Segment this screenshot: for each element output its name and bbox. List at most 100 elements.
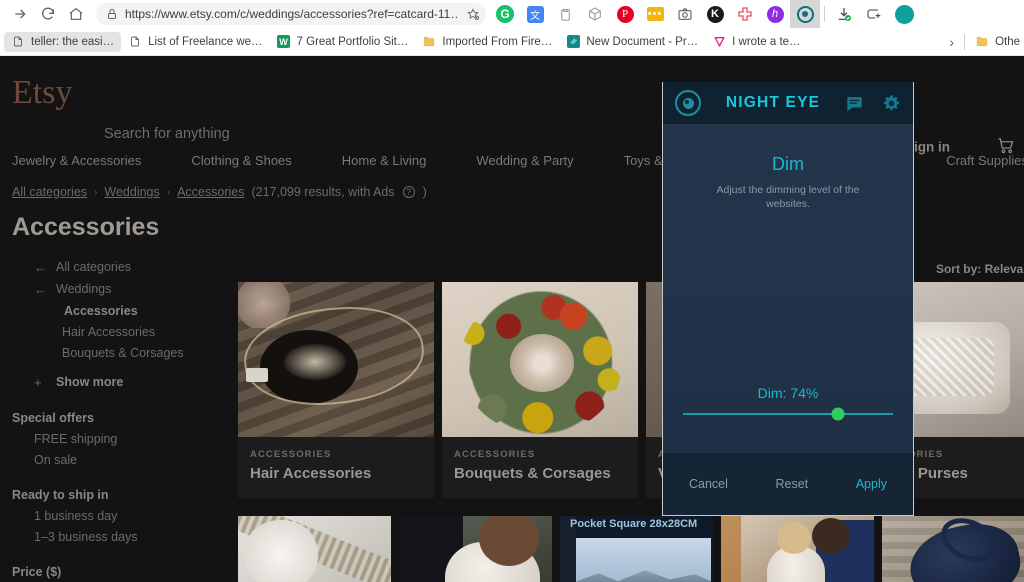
card-title: Hair Accessories <box>250 465 372 482</box>
sidebar-item-hair-accessories[interactable]: Hair Accessories <box>12 321 230 342</box>
sidebar-item-bouquets-corsages[interactable]: Bouquets & Corsages <box>12 342 230 363</box>
folder-icon <box>975 35 989 49</box>
night-eye-subtitle: Adjust the dimming level of the websites… <box>716 184 860 211</box>
keeper-extension-icon[interactable]: K <box>700 0 730 28</box>
hairpiece-on-wood-photo <box>238 282 434 437</box>
bookmarks-overflow-label: Othe <box>995 35 1020 48</box>
sidebar-item-show-more[interactable]: + Show more <box>12 371 230 393</box>
sidebar-item-label: Weddings <box>56 282 112 296</box>
dim-slider-track[interactable] <box>683 407 893 421</box>
downloads-button-icon[interactable] <box>829 0 859 28</box>
etsy-logo[interactable]: Etsy <box>12 74 72 112</box>
product-thumb-rhinestone-sash[interactable] <box>238 516 391 582</box>
category-nav-item-1[interactable]: Clothing & Shoes <box>191 153 291 168</box>
product-thumb-pocket-square[interactable]: Pocket Square 28x28CM Hyde Park Design <box>560 516 713 582</box>
product-thumb-bride-groom[interactable] <box>721 516 874 582</box>
search-input[interactable]: Search for anything <box>104 126 230 142</box>
product-thumb-navy-fascinator[interactable] <box>882 516 1024 582</box>
bookmark-label: I wrote a te… <box>732 35 801 48</box>
category-card-bouquets-corsages[interactable]: ACCESSORIES Bouquets & Corsages <box>442 282 638 498</box>
sidebar-heading-special-offers: Special offers <box>12 410 94 425</box>
screenshot-extension-icon[interactable] <box>670 0 700 28</box>
help-icon[interactable]: ? <box>402 186 415 198</box>
apply-button[interactable]: Apply <box>856 477 887 491</box>
reload-button[interactable] <box>34 0 62 28</box>
sidebar-filter-1-business-day[interactable]: 1 business day <box>12 505 230 526</box>
category-nav-item-6[interactable]: Craft Supplies & Tools <box>946 153 1024 168</box>
star-icon[interactable] <box>466 7 480 21</box>
chevron-right-icon[interactable]: › <box>949 34 954 50</box>
toolbar-divider <box>824 6 825 22</box>
sidebar-item-weddings[interactable]: ← Weddings <box>12 278 230 300</box>
category-nav-item-0[interactable]: Jewelry & Accessories <box>12 153 141 168</box>
bookmark-portfolio-sites[interactable]: W 7 Great Portfolio Sit… <box>270 32 416 52</box>
bookmark-label: Imported From Fire… <box>442 35 553 48</box>
category-nav-item-2[interactable]: Home & Living <box>342 153 427 168</box>
sidebar-item-label: Bouquets & Corsages <box>62 345 184 360</box>
category-nav-item-3[interactable]: Wedding & Party <box>476 153 573 168</box>
breadcrumb-item-accessories[interactable]: Accessories <box>177 185 244 199</box>
sidebar-filter-free-shipping[interactable]: FREE shipping <box>12 428 230 449</box>
pinterest-extension-icon[interactable]: P <box>610 0 640 28</box>
breadcrumb-item-all-categories[interactable]: All categories <box>12 185 87 199</box>
bookmarks-divider <box>964 33 966 50</box>
honey-extension-icon[interactable]: h <box>760 0 790 28</box>
reset-button[interactable]: Reset <box>775 477 808 491</box>
dim-slider-group: Dim: 74% <box>663 385 913 421</box>
doc-icon <box>566 35 580 49</box>
bookmark-label: teller: the easi… <box>31 35 115 48</box>
extensions-strip: G 文 P ••• K h <box>490 0 1018 28</box>
clipboard-extension-icon[interactable] <box>550 0 580 28</box>
breadcrumb-separator: › <box>166 186 171 198</box>
page-icon <box>11 35 25 49</box>
sidebar-item-label: All categories <box>56 260 132 274</box>
sidebar-filter-1-3-business-days[interactable]: 1–3 business days <box>12 526 230 547</box>
sidebar-item-label: FREE shipping <box>34 431 118 446</box>
night-eye-extension-icon[interactable] <box>790 0 820 28</box>
cross-extension-icon[interactable] <box>730 0 760 28</box>
add-profile-icon[interactable] <box>859 0 889 28</box>
breadcrumb-item-weddings[interactable]: Weddings <box>104 185 159 199</box>
red-yellow-bouquet-photo <box>442 282 638 437</box>
grammarly-extension-icon[interactable]: G <box>490 0 520 28</box>
night-eye-popup: NIGHT EYE Dim Adjust the dimming level o… <box>662 82 914 516</box>
bookmark-freelance-list[interactable]: List of Freelance we… <box>121 32 269 52</box>
dim-slider-thumb[interactable] <box>831 407 845 421</box>
sidebar-filter-on-sale[interactable]: On sale <box>12 449 230 470</box>
sidebar-item-label: Hair Accessories <box>62 324 156 339</box>
browser-toolbar: https://www.etsy.com/c/weddings/accessor… <box>0 0 1024 28</box>
bookmark-new-document[interactable]: New Document - Pr… <box>559 32 705 52</box>
address-bar[interactable]: https://www.etsy.com/c/weddings/accessor… <box>96 3 486 25</box>
page-icon <box>128 35 142 49</box>
sidebar-item-label: Show more <box>56 375 124 389</box>
account-avatar-icon[interactable] <box>889 0 919 28</box>
sidebar-item-label: Accessories <box>64 303 138 318</box>
bookmark-teller[interactable]: teller: the easi… <box>4 31 122 52</box>
sidebar-item-label: 1–3 business days <box>34 529 138 544</box>
category-card-hair-accessories[interactable]: ACCESSORIES Hair Accessories <box>238 282 434 498</box>
back-arrow-icon: ← <box>34 281 47 297</box>
bookmark-label: List of Freelance we… <box>148 35 263 48</box>
google-translate-extension-icon[interactable]: 文 <box>520 0 550 28</box>
product-thumb-fur-wrap[interactable] <box>399 516 552 582</box>
box-extension-icon[interactable] <box>580 0 610 28</box>
bookmark-imported-firefox[interactable]: Imported From Fire… <box>415 32 559 52</box>
forward-button[interactable] <box>6 0 34 28</box>
sidebar-item-all-categories[interactable]: ← All categories <box>12 256 230 278</box>
plus-icon: + <box>34 374 42 390</box>
sidebar-item-label: On sale <box>34 452 78 467</box>
night-eye-popup-footer: Cancel Reset Apply <box>663 453 913 515</box>
back-arrow-icon: ← <box>34 259 47 275</box>
cancel-button[interactable]: Cancel <box>689 477 728 491</box>
chat-icon[interactable] <box>845 94 864 113</box>
bookmarks-overflow[interactable]: › Othe <box>949 33 1020 50</box>
dim-value-label: Dim: 74% <box>757 385 819 401</box>
sidebar-item-accessories[interactable]: Accessories <box>12 300 230 321</box>
sidebar-heading-ready-to-ship: Ready to ship in <box>12 487 109 502</box>
gear-icon[interactable] <box>882 94 901 113</box>
product-thumbs-row: Pocket Square 28x28CM Hyde Park Design <box>238 516 1024 582</box>
notes-extension-icon[interactable]: ••• <box>640 0 670 28</box>
home-button[interactable] <box>62 0 90 28</box>
sort-dropdown[interactable]: Sort by: Relevancy <box>936 262 1024 276</box>
bookmark-i-wrote[interactable]: I wrote a te… <box>705 32 807 52</box>
